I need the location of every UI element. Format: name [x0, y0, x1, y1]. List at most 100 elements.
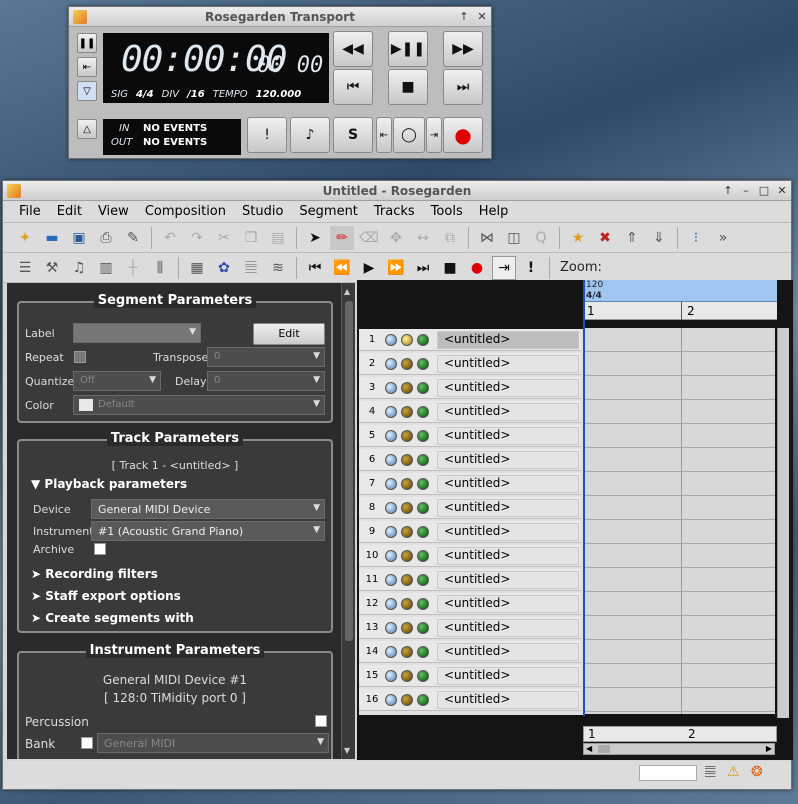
- mute-led-icon[interactable]: [385, 621, 397, 634]
- monitor-led-icon[interactable]: [417, 429, 429, 442]
- track-name[interactable]: <untitled>: [437, 666, 579, 685]
- bank-checkbox[interactable]: [81, 737, 93, 749]
- menu-edit[interactable]: Edit: [49, 204, 90, 219]
- move-tool-icon[interactable]: ✥: [384, 226, 408, 250]
- notation-editor-icon[interactable]: ♫: [67, 256, 91, 280]
- track-row[interactable]: 13 <untitled>: [359, 617, 581, 639]
- play-pause-button[interactable]: ▶❚❚: [388, 31, 428, 67]
- mute-led-icon[interactable]: [385, 645, 397, 658]
- monitor-led-icon[interactable]: [417, 453, 429, 466]
- loop-button[interactable]: ◯: [393, 117, 425, 153]
- cut-icon[interactable]: ✂: [212, 226, 236, 250]
- menu-segment[interactable]: Segment: [291, 204, 366, 219]
- mute-led-icon[interactable]: [385, 429, 397, 442]
- mute-led-icon[interactable]: [385, 525, 397, 538]
- close-icon[interactable]: ✕: [773, 183, 791, 199]
- midi-keyboard-icon[interactable]: 𝄚: [705, 765, 715, 780]
- metronome-button[interactable]: ♪: [290, 117, 330, 153]
- scrollbar-thumb[interactable]: [345, 301, 353, 641]
- play-icon[interactable]: ▶: [357, 256, 381, 280]
- scroll-right-icon[interactable]: ▶: [766, 744, 772, 753]
- redo-icon[interactable]: ↷: [185, 226, 209, 250]
- track-name[interactable]: <untitled>: [437, 498, 579, 517]
- record-led-icon[interactable]: [401, 669, 413, 682]
- stop-button[interactable]: ■: [388, 69, 428, 105]
- tempo-editor-icon[interactable]: ┼: [121, 256, 145, 280]
- record-led-icon[interactable]: [401, 477, 413, 490]
- mute-led-icon[interactable]: [385, 669, 397, 682]
- join-tool-icon[interactable]: ⋈: [475, 226, 499, 250]
- monitor-led-icon[interactable]: [417, 621, 429, 634]
- event-list-icon[interactable]: ▥: [94, 256, 118, 280]
- fast-forward-icon[interactable]: ⏩: [384, 256, 408, 280]
- resize-tool-icon[interactable]: ↔: [411, 226, 435, 250]
- toolbar-more-icon[interactable]: »: [711, 226, 735, 250]
- print-icon[interactable]: ⎙: [94, 226, 118, 250]
- transpose-combo[interactable]: 0: [207, 347, 325, 367]
- horizontal-scrollbar[interactable]: ◀ ▶: [583, 743, 775, 755]
- mute-led-icon[interactable]: [385, 357, 397, 370]
- pause-toggle-button[interactable]: ❚❚: [77, 33, 97, 53]
- menu-tracks[interactable]: Tracks: [366, 204, 423, 219]
- record-led-icon[interactable]: [401, 573, 413, 586]
- track-row[interactable]: 12 <untitled>: [359, 593, 581, 615]
- track-name[interactable]: <untitled>: [437, 330, 579, 349]
- rewind-start-small-button[interactable]: ⇤: [77, 57, 97, 77]
- delay-combo[interactable]: 0: [207, 371, 325, 391]
- playback-parameters-expander[interactable]: ▼ Playback parameters: [31, 477, 187, 491]
- segment-canvas[interactable]: [583, 328, 775, 714]
- menu-tools[interactable]: Tools: [423, 204, 471, 219]
- record-button[interactable]: ●: [443, 117, 483, 153]
- archive-checkbox[interactable]: [94, 543, 106, 555]
- rewind-icon[interactable]: ⏪: [330, 256, 354, 280]
- quantize-combo[interactable]: Off: [73, 371, 161, 391]
- record-led-icon[interactable]: [401, 333, 413, 346]
- track-row[interactable]: 8 <untitled>: [359, 497, 581, 519]
- track-row[interactable]: 7 <untitled>: [359, 473, 581, 495]
- menu-composition[interactable]: Composition: [137, 204, 234, 219]
- monitor-led-icon[interactable]: [417, 669, 429, 682]
- track-row[interactable]: 14 <untitled>: [359, 641, 581, 663]
- staff-export-expander[interactable]: ➤ Staff export options: [31, 589, 181, 603]
- monitor-led-icon[interactable]: [417, 477, 429, 490]
- zoom-tool-icon[interactable]: Q: [529, 226, 553, 250]
- record-led-icon[interactable]: [401, 357, 413, 370]
- track-row[interactable]: 3 <untitled>: [359, 377, 581, 399]
- track-row[interactable]: 16 <untitled>: [359, 689, 581, 711]
- record-led-icon[interactable]: [401, 621, 413, 634]
- monitor-led-icon[interactable]: [417, 381, 429, 394]
- track-name[interactable]: <untitled>: [437, 354, 579, 373]
- stop-icon[interactable]: ■: [438, 256, 462, 280]
- mute-led-icon[interactable]: [385, 333, 397, 346]
- playback-pointer[interactable]: [583, 280, 585, 716]
- record-led-icon[interactable]: [401, 597, 413, 610]
- set-end-marker-button[interactable]: ⇥: [426, 117, 442, 153]
- record-led-icon[interactable]: [401, 645, 413, 658]
- track-row[interactable]: 9 <untitled>: [359, 521, 581, 543]
- panic-button[interactable]: !: [247, 117, 287, 153]
- open-file-icon[interactable]: ▬: [40, 226, 64, 250]
- midi-mixer-icon[interactable]: ▦: [185, 256, 209, 280]
- split-segment-icon[interactable]: ◫: [502, 226, 526, 250]
- mute-led-icon[interactable]: [385, 405, 397, 418]
- instrument-combo[interactable]: #1 (Acoustic Grand Piano): [91, 521, 325, 541]
- transport-titlebar[interactable]: Rosegarden Transport ↑ ✕: [69, 7, 491, 27]
- set-start-marker-button[interactable]: ⇤: [376, 117, 392, 153]
- color-combo[interactable]: Default: [73, 395, 325, 415]
- mute-led-icon[interactable]: [385, 477, 397, 490]
- record-led-icon[interactable]: [401, 501, 413, 514]
- track-row[interactable]: 2 <untitled>: [359, 353, 581, 375]
- scroll-down-icon[interactable]: ▼: [344, 746, 350, 755]
- copy-icon[interactable]: ❐: [239, 226, 263, 250]
- rewind-to-start-icon[interactable]: ⏮: [303, 256, 327, 280]
- track-row[interactable]: 4 <untitled>: [359, 401, 581, 423]
- monitor-led-icon[interactable]: [417, 501, 429, 514]
- menu-help[interactable]: Help: [471, 204, 517, 219]
- mute-led-icon[interactable]: [385, 381, 397, 394]
- repeat-checkbox[interactable]: [74, 351, 86, 363]
- track-name[interactable]: <untitled>: [437, 618, 579, 637]
- paste-icon[interactable]: ▤: [266, 226, 290, 250]
- track-row[interactable]: 1 <untitled>: [359, 329, 581, 351]
- plugins-icon[interactable]: ≋: [266, 256, 290, 280]
- bank-combo[interactable]: General MIDI: [97, 733, 329, 753]
